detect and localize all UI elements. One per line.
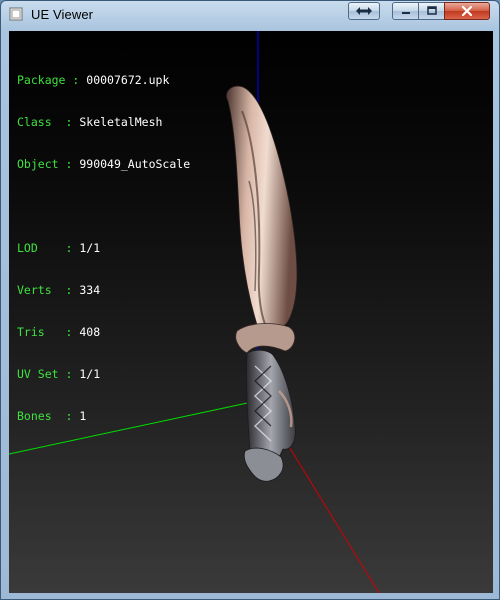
- class-value: SkeletalMesh: [79, 115, 163, 129]
- maximize-icon: [426, 6, 437, 15]
- uvset-value: 1/1: [79, 367, 101, 381]
- mesh-info-panel: Package : 00007672.upk Class : SkeletalM…: [17, 45, 190, 451]
- uvset-label: UV Set: [17, 367, 66, 381]
- info-row-verts: Verts : 334: [17, 283, 190, 297]
- uvset-sep: :: [65, 367, 73, 381]
- info-row-lod: LOD : 1/1: [17, 241, 190, 255]
- lod-value: 1/1: [79, 241, 101, 255]
- tris-sep: :: [65, 325, 73, 339]
- minimize-icon: [401, 12, 410, 14]
- info-row-class: Class : SkeletalMesh: [17, 115, 190, 129]
- info-row-tris: Tris : 408: [17, 325, 190, 339]
- app-icon: [9, 7, 23, 21]
- bones-label: Bones: [17, 409, 66, 423]
- tris-value: 408: [79, 325, 101, 339]
- dagger-mesh: [226, 85, 298, 482]
- lod-sep: :: [65, 241, 73, 255]
- app-window: UE Viewer Package: 00007672.upk Class:…: [0, 0, 500, 600]
- info-row-bones: Bones : 1: [17, 409, 190, 423]
- bones-sep: :: [65, 409, 73, 423]
- minimize-button[interactable]: [392, 2, 419, 20]
- window-title: UE Viewer: [31, 7, 94, 22]
- lod-label: LOD: [17, 241, 66, 255]
- info-row-object: Object : 990049_AutoScale: [17, 157, 190, 171]
- verts-value: 334: [79, 283, 101, 297]
- x-axis: [276, 426, 380, 593]
- close-icon: [461, 5, 473, 17]
- bones-value: 1: [79, 409, 87, 423]
- package-value: 00007672.upk: [86, 73, 170, 87]
- verts-label: Verts: [17, 283, 66, 297]
- package-label: Package: [17, 73, 66, 87]
- guard-shape: [235, 323, 296, 354]
- 3d-viewport[interactable]: Package : 00007672.upk Class : SkeletalM…: [9, 31, 493, 593]
- tris-label: Tris: [17, 325, 66, 339]
- object-value: 990049_AutoScale: [79, 157, 191, 171]
- double-arrow-button[interactable]: [348, 2, 380, 20]
- object-label: Object: [17, 157, 66, 171]
- object-sep: :: [65, 157, 73, 171]
- verts-sep: :: [65, 283, 73, 297]
- info-row-package: Package : 00007672.upk: [17, 73, 190, 87]
- class-sep: :: [65, 115, 73, 129]
- class-label: Class: [17, 115, 66, 129]
- info-row-uvset: UV Set : 1/1: [17, 367, 190, 381]
- blade-shape: [226, 85, 298, 334]
- title-bar[interactable]: UE Viewer: [1, 1, 499, 29]
- package-sep: :: [72, 73, 80, 87]
- maximize-button[interactable]: [418, 2, 445, 20]
- double-arrow-icon: [356, 7, 372, 15]
- close-button[interactable]: [444, 2, 490, 20]
